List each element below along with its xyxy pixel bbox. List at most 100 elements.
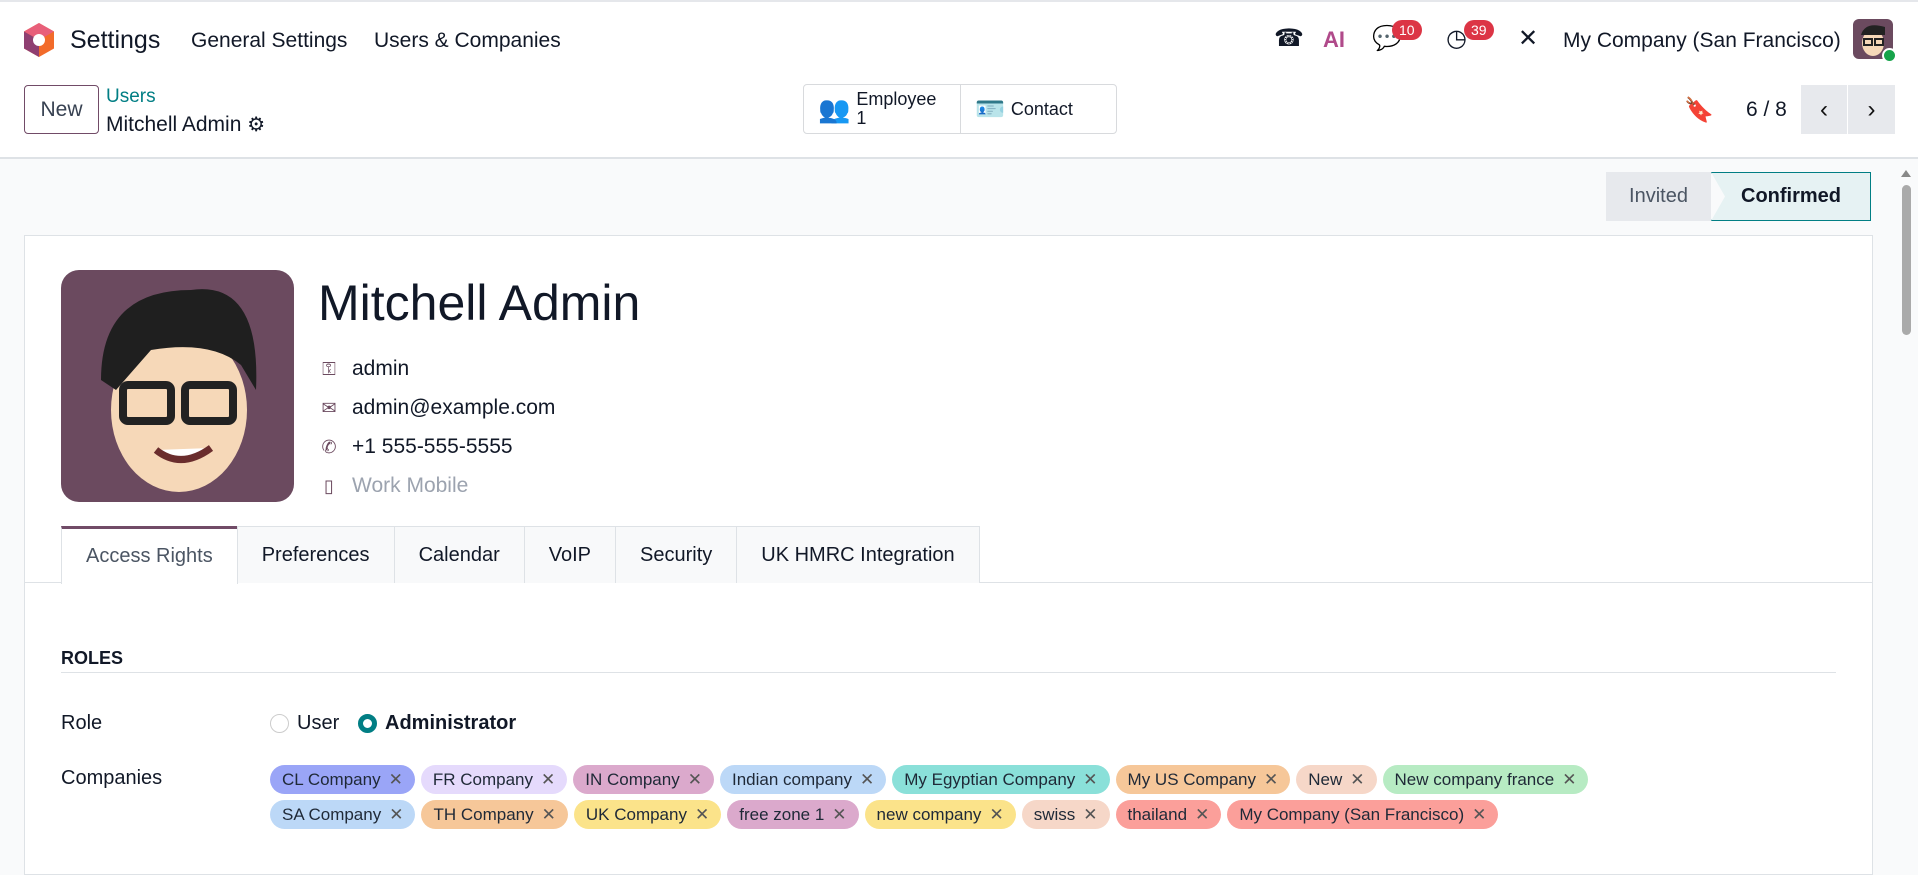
remove-tag-icon[interactable]: ✕ <box>1472 805 1486 825</box>
messages-badge: 10 <box>1392 20 1422 40</box>
breadcrumb-users[interactable]: Users <box>106 86 156 108</box>
company-tag-label: SA Company <box>282 804 382 824</box>
remove-tag-icon[interactable]: ✕ <box>541 770 555 790</box>
company-tag: New ✕ <box>1296 765 1377 794</box>
remove-tag-icon[interactable]: ✕ <box>695 805 709 825</box>
menu-general-settings[interactable]: General Settings <box>191 29 347 53</box>
company-tag: thailand ✕ <box>1115 800 1222 829</box>
pager-previous-button[interactable]: ‹ <box>1801 85 1848 134</box>
tab-calendar[interactable]: Calendar <box>393 526 525 583</box>
company-tag-label: My Company (San Francisco) <box>1239 804 1465 824</box>
status-confirmed[interactable]: Confirmed <box>1711 172 1871 221</box>
menu-users-companies[interactable]: Users & Companies <box>374 29 561 53</box>
remove-tag-icon[interactable]: ✕ <box>860 770 874 790</box>
top-navbar: Settings General Settings Users & Compan… <box>0 0 1918 78</box>
employee-label: Employee <box>856 89 937 109</box>
tab-voip[interactable]: VoIP <box>523 526 616 583</box>
company-tag: Indian company ✕ <box>719 765 887 794</box>
company-tag: New company france ✕ <box>1382 765 1589 794</box>
company-tag-label: My US Company <box>1127 769 1257 789</box>
role-user-label: User <box>297 712 340 734</box>
company-tag: swiss ✕ <box>1021 800 1110 829</box>
radio-unchecked-icon[interactable] <box>270 714 289 733</box>
pager-value[interactable]: 6 / 8 <box>1746 98 1787 122</box>
breadcrumb-current-label: Mitchell Admin <box>106 113 242 136</box>
phone-field[interactable]: ✆ +1 555-555-5555 <box>318 435 513 459</box>
key-icon: ⚿ <box>322 358 336 379</box>
status-invited[interactable]: Invited <box>1606 172 1711 221</box>
radio-checked-icon[interactable] <box>358 714 377 733</box>
company-tag: UK Company ✕ <box>573 800 722 829</box>
company-tag-label: New company france <box>1394 769 1555 789</box>
remove-tag-icon[interactable]: ✕ <box>1083 770 1097 790</box>
company-tag: new company ✕ <box>864 800 1016 829</box>
company-tag: FR Company ✕ <box>420 765 568 794</box>
company-tag-label: UK Company <box>585 804 687 824</box>
odoo-logo-icon[interactable] <box>22 22 56 58</box>
app-title[interactable]: Settings <box>70 26 160 55</box>
company-tag: TH Company ✕ <box>421 800 568 829</box>
role-label: Role <box>61 712 103 734</box>
form-tabs: Access Rights Preferences Calendar VoIP … <box>61 526 980 584</box>
login-field[interactable]: ⚿ admin <box>318 357 409 381</box>
remove-tag-icon[interactable]: ✕ <box>389 805 403 825</box>
remove-tag-icon[interactable]: ✕ <box>832 805 846 825</box>
company-tag: CL Company ✕ <box>270 765 415 794</box>
activities-icon[interactable]: ◷ 39 <box>1446 20 1494 53</box>
companies-label: Companies <box>61 767 163 789</box>
debug-tools-icon[interactable]: ✕ <box>1518 24 1538 53</box>
remove-tag-icon[interactable]: ✕ <box>1083 805 1097 825</box>
smart-buttons: 👥 Employee 1 🪪 Contact <box>803 84 1117 134</box>
remove-tag-icon[interactable]: ✕ <box>1264 770 1278 790</box>
scrollbar[interactable] <box>1900 165 1912 340</box>
users-icon: 👥 <box>818 93 851 124</box>
employee-smart-button[interactable]: 👥 Employee 1 <box>804 85 961 133</box>
user-name[interactable]: Mitchell Admin <box>318 274 640 332</box>
messages-icon[interactable]: 💬 10 <box>1372 20 1422 53</box>
roles-divider <box>61 672 1836 673</box>
company-tag: IN Company ✕ <box>573 765 714 794</box>
remove-tag-icon[interactable]: ✕ <box>389 770 403 790</box>
tab-preferences[interactable]: Preferences <box>236 526 395 583</box>
company-tag-label: Indian company <box>731 769 852 789</box>
online-status-icon <box>1882 48 1897 63</box>
remove-tag-icon[interactable]: ✕ <box>989 805 1003 825</box>
remove-tag-icon[interactable]: ✕ <box>1562 770 1576 790</box>
company-tag-label: thailand <box>1127 804 1188 824</box>
company-tag-label: free zone 1 <box>739 804 825 824</box>
email-field[interactable]: ✉ admin@example.com <box>318 396 555 420</box>
company-tag: My Company (San Francisco) ✕ <box>1227 800 1499 829</box>
contact-smart-button[interactable]: 🪪 Contact <box>961 85 1116 133</box>
role-user-radio[interactable]: User <box>270 712 339 735</box>
phone-icon: ✆ <box>321 436 337 457</box>
envelope-icon: ✉ <box>321 397 337 418</box>
gear-icon[interactable]: ⚙ <box>247 114 265 136</box>
new-button[interactable]: New <box>24 85 99 134</box>
remove-tag-icon[interactable]: ✕ <box>1195 805 1209 825</box>
companies-tags[interactable]: CL Company ✕ FR Company ✕ IN Company ✕ Indian … <box>270 765 1720 829</box>
bookmark-icon[interactable]: 🔖 <box>1684 96 1714 125</box>
phone-value: +1 555-555-5555 <box>352 435 513 458</box>
company-tag-label: CL Company <box>282 769 381 789</box>
remove-tag-icon[interactable]: ✕ <box>688 770 702 790</box>
phone-icon[interactable]: ☎ <box>1274 24 1304 53</box>
pager-next-button[interactable]: › <box>1848 85 1895 134</box>
company-tag: My US Company ✕ <box>1115 765 1291 794</box>
tab-uk-hmrc[interactable]: UK HMRC Integration <box>736 526 980 583</box>
breadcrumb-current: Mitchell Admin ⚙ <box>106 112 265 137</box>
tab-security[interactable]: Security <box>615 526 738 583</box>
status-bar: Invited Confirmed <box>1606 172 1871 221</box>
company-tag: My Egyptian Company ✕ <box>892 765 1110 794</box>
user-avatar[interactable] <box>1853 19 1897 63</box>
company-switcher[interactable]: My Company (San Francisco) <box>1563 29 1841 53</box>
employee-count: 1 <box>856 108 867 128</box>
ai-icon[interactable]: AI <box>1323 27 1345 53</box>
remove-tag-icon[interactable]: ✕ <box>1350 770 1364 790</box>
tab-access-rights[interactable]: Access Rights <box>61 526 238 584</box>
activities-badge: 39 <box>1464 20 1494 40</box>
mobile-field[interactable]: ▯ Work Mobile <box>318 474 468 498</box>
remove-tag-icon[interactable]: ✕ <box>542 805 556 825</box>
role-administrator-radio[interactable]: Administrator <box>358 712 516 735</box>
mobile-icon: ▯ <box>324 475 334 496</box>
user-photo[interactable] <box>61 270 294 502</box>
